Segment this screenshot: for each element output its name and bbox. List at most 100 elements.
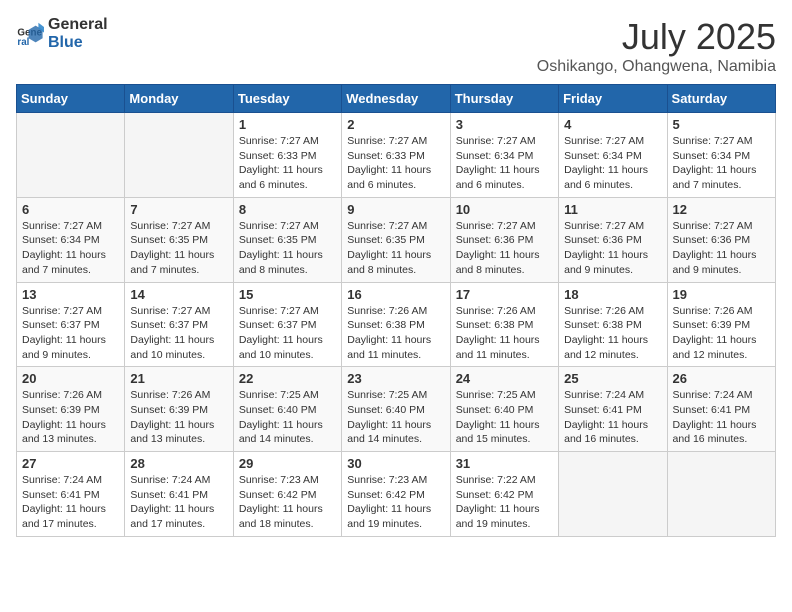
calendar-cell: 20Sunrise: 7:26 AM Sunset: 6:39 PM Dayli… [17,367,125,452]
calendar-cell: 4 Sunrise: 7:27 AM Sunset: 6:34 PM Daylig… [559,113,667,198]
page-header: Gene ral General Blue July 2025 Oshikang… [16,16,776,76]
day-number: 29 [239,456,336,471]
calendar-cell: 24 Sunrise: 7:25 AM Sunset: 6:40 PM Dayli… [450,367,558,452]
day-number: 5 [673,117,770,132]
day-header-wednesday: Wednesday [342,85,450,113]
day-number: 27 [22,456,119,471]
day-info: Sunrise: 7:27 AM Sunset: 6:37 PM Dayligh… [22,304,119,363]
calendar-cell: 30 Sunrise: 7:23 AM Sunset: 6:42 PM Dayli… [342,452,450,537]
day-header-monday: Monday [125,85,233,113]
day-number: 7 [130,202,227,217]
day-number: 31 [456,456,553,471]
day-info: Sunrise: 7:24 AM Sunset: 6:41 PM Dayligh… [22,473,119,532]
calendar-week-row: 1 Sunrise: 7:27 AM Sunset: 6:33 PM Daylig… [17,113,776,198]
calendar-cell: 27 Sunrise: 7:24 AM Sunset: 6:41 PM Dayli… [17,452,125,537]
day-info: Sunrise: 7:26 AM Sunset: 6:39 PM Dayligh… [130,388,227,447]
calendar-cell [667,452,775,537]
calendar-cell: 29 Sunrise: 7:23 AM Sunset: 6:42 PM Dayli… [233,452,341,537]
day-number: 3 [456,117,553,132]
calendar-cell: 15 Sunrise: 7:27 AM Sunset: 6:37 PM Dayli… [233,282,341,367]
day-number: 11 [564,202,661,217]
calendar-cell: 18Sunrise: 7:26 AM Sunset: 6:38 PM Dayli… [559,282,667,367]
day-info: Sunrise: 7:27 AM Sunset: 6:37 PM Dayligh… [239,304,336,363]
day-info: Sunrise: 7:26 AM Sunset: 6:38 PM Dayligh… [347,304,444,363]
day-header-friday: Friday [559,85,667,113]
calendar-cell: 14 Sunrise: 7:27 AM Sunset: 6:37 PM Dayli… [125,282,233,367]
day-info: Sunrise: 7:27 AM Sunset: 6:34 PM Dayligh… [456,134,553,193]
calendar-cell: 31 Sunrise: 7:22 AM Sunset: 6:42 PM Dayli… [450,452,558,537]
day-number: 22 [239,371,336,386]
day-info: Sunrise: 7:25 AM Sunset: 6:40 PM Dayligh… [239,388,336,447]
day-number: 15 [239,287,336,302]
day-info: Sunrise: 7:27 AM Sunset: 6:35 PM Dayligh… [130,219,227,278]
calendar-cell: 26 Sunrise: 7:24 AM Sunset: 6:41 PM Dayli… [667,367,775,452]
day-header-sunday: Sunday [17,85,125,113]
day-info: Sunrise: 7:24 AM Sunset: 6:41 PM Dayligh… [673,388,770,447]
day-info: Sunrise: 7:27 AM Sunset: 6:34 PM Dayligh… [22,219,119,278]
day-number: 30 [347,456,444,471]
calendar-week-row: 20Sunrise: 7:26 AM Sunset: 6:39 PM Dayli… [17,367,776,452]
calendar-week-row: 27 Sunrise: 7:24 AM Sunset: 6:41 PM Dayli… [17,452,776,537]
calendar-cell: 22 Sunrise: 7:25 AM Sunset: 6:40 PM Dayli… [233,367,341,452]
day-header-tuesday: Tuesday [233,85,341,113]
day-number: 4 [564,117,661,132]
calendar-cell: 25Sunrise: 7:24 AM Sunset: 6:41 PM Dayli… [559,367,667,452]
day-info: Sunrise: 7:27 AM Sunset: 6:35 PM Dayligh… [239,219,336,278]
day-number: 2 [347,117,444,132]
day-header-thursday: Thursday [450,85,558,113]
logo: Gene ral General Blue [16,16,108,51]
day-number: 14 [130,287,227,302]
calendar-cell: 28 Sunrise: 7:24 AM Sunset: 6:41 PM Dayli… [125,452,233,537]
day-number: 8 [239,202,336,217]
calendar-cell [17,113,125,198]
calendar-cell: 7 Sunrise: 7:27 AM Sunset: 6:35 PM Daylig… [125,197,233,282]
day-info: Sunrise: 7:24 AM Sunset: 6:41 PM Dayligh… [564,388,661,447]
day-header-saturday: Saturday [667,85,775,113]
calendar-cell: 16Sunrise: 7:26 AM Sunset: 6:38 PM Dayli… [342,282,450,367]
day-info: Sunrise: 7:27 AM Sunset: 6:36 PM Dayligh… [673,219,770,278]
day-number: 1 [239,117,336,132]
day-info: Sunrise: 7:27 AM Sunset: 6:34 PM Dayligh… [564,134,661,193]
calendar-cell: 11 Sunrise: 7:27 AM Sunset: 6:36 PM Dayli… [559,197,667,282]
calendar-cell: 1 Sunrise: 7:27 AM Sunset: 6:33 PM Daylig… [233,113,341,198]
day-number: 13 [22,287,119,302]
day-info: Sunrise: 7:24 AM Sunset: 6:41 PM Dayligh… [130,473,227,532]
calendar-cell: 12 Sunrise: 7:27 AM Sunset: 6:36 PM Dayli… [667,197,775,282]
day-number: 26 [673,371,770,386]
day-info: Sunrise: 7:22 AM Sunset: 6:42 PM Dayligh… [456,473,553,532]
calendar-header-row: SundayMondayTuesdayWednesdayThursdayFrid… [17,85,776,113]
day-info: Sunrise: 7:27 AM Sunset: 6:33 PM Dayligh… [347,134,444,193]
day-info: Sunrise: 7:27 AM Sunset: 6:36 PM Dayligh… [456,219,553,278]
day-number: 24 [456,371,553,386]
day-number: 18 [564,287,661,302]
day-info: Sunrise: 7:27 AM Sunset: 6:35 PM Dayligh… [347,219,444,278]
day-info: Sunrise: 7:23 AM Sunset: 6:42 PM Dayligh… [347,473,444,532]
day-number: 21 [130,371,227,386]
logo-general-text: General [48,16,108,34]
day-number: 9 [347,202,444,217]
day-number: 28 [130,456,227,471]
calendar-cell [559,452,667,537]
day-info: Sunrise: 7:26 AM Sunset: 6:39 PM Dayligh… [673,304,770,363]
calendar-cell: 9 Sunrise: 7:27 AM Sunset: 6:35 PM Daylig… [342,197,450,282]
title-area: July 2025 Oshikango, Ohangwena, Namibia [537,16,776,76]
month-year-title: July 2025 [537,16,776,58]
day-info: Sunrise: 7:25 AM Sunset: 6:40 PM Dayligh… [347,388,444,447]
day-number: 12 [673,202,770,217]
calendar-week-row: 13 Sunrise: 7:27 AM Sunset: 6:37 PM Dayli… [17,282,776,367]
day-info: Sunrise: 7:27 AM Sunset: 6:33 PM Dayligh… [239,134,336,193]
logo-icon: Gene ral [16,20,44,48]
day-number: 6 [22,202,119,217]
day-info: Sunrise: 7:26 AM Sunset: 6:39 PM Dayligh… [22,388,119,447]
day-info: Sunrise: 7:25 AM Sunset: 6:40 PM Dayligh… [456,388,553,447]
calendar-cell: 3 Sunrise: 7:27 AM Sunset: 6:34 PM Daylig… [450,113,558,198]
day-info: Sunrise: 7:27 AM Sunset: 6:37 PM Dayligh… [130,304,227,363]
day-number: 17 [456,287,553,302]
calendar-cell: 23Sunrise: 7:25 AM Sunset: 6:40 PM Dayli… [342,367,450,452]
calendar-cell: 21 Sunrise: 7:26 AM Sunset: 6:39 PM Dayli… [125,367,233,452]
calendar-week-row: 6 Sunrise: 7:27 AM Sunset: 6:34 PM Daylig… [17,197,776,282]
day-info: Sunrise: 7:23 AM Sunset: 6:42 PM Dayligh… [239,473,336,532]
day-info: Sunrise: 7:27 AM Sunset: 6:36 PM Dayligh… [564,219,661,278]
calendar-cell: 2 Sunrise: 7:27 AM Sunset: 6:33 PM Daylig… [342,113,450,198]
calendar-cell: 5Sunrise: 7:27 AM Sunset: 6:34 PM Daylig… [667,113,775,198]
